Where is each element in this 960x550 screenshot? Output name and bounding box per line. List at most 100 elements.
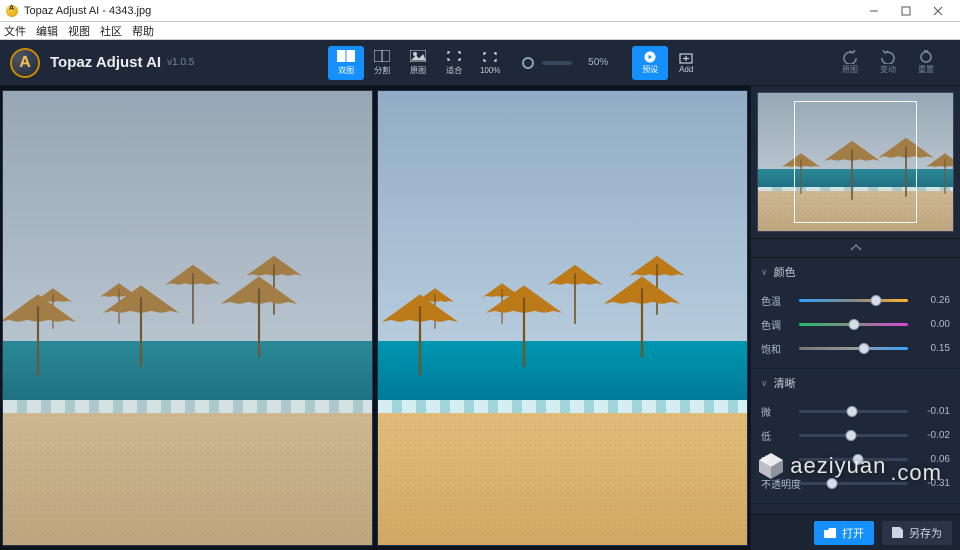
preview-thumbnail[interactable] <box>757 92 954 232</box>
slider-knob[interactable] <box>846 430 857 441</box>
chevron-down-icon: ∨ <box>761 267 768 278</box>
preset-button[interactable]: 预设 <box>632 46 668 80</box>
split-diag-icon <box>373 49 391 63</box>
view-dual-label: 双图 <box>338 65 354 76</box>
slider-knob[interactable] <box>826 478 837 489</box>
window-maximize-button[interactable] <box>890 1 922 21</box>
redo-label: 变动 <box>880 64 896 75</box>
open-label: 打开 <box>842 525 864 541</box>
color-row-1: 色调 0.00 <box>761 312 950 336</box>
zoom-control[interactable]: 50% <box>522 57 608 69</box>
slider-knob[interactable] <box>848 319 859 330</box>
undo-button[interactable]: 原图 <box>838 50 862 75</box>
redo-button[interactable]: 变动 <box>876 50 900 75</box>
window-titlebar: Topaz Adjust AI - 4343.jpg <box>0 0 960 22</box>
color-value-1: 0.00 <box>914 319 950 330</box>
sharp-label-1: 低 <box>761 428 793 443</box>
app-root: A Topaz Adjust AI v1.0.5 双图 分割 原图 适合 1 <box>0 40 960 550</box>
add-preset-label: Add <box>679 65 693 74</box>
color-label-0: 色温 <box>761 293 793 308</box>
view-split-button[interactable]: 分割 <box>364 46 400 80</box>
section-sharp-title: 清晰 <box>774 375 796 391</box>
app-name: Topaz Adjust AI <box>50 54 161 71</box>
add-preset-icon <box>678 51 694 65</box>
preset-group: 预设 Add <box>632 46 704 80</box>
view-original-label: 原图 <box>410 65 426 76</box>
sharp-value-1: -0.02 <box>914 430 950 441</box>
menu-view[interactable]: 视图 <box>68 23 90 39</box>
slider-knob[interactable] <box>847 406 858 417</box>
slider-knob[interactable] <box>871 295 882 306</box>
slider-knob[interactable] <box>852 454 863 465</box>
menu-help[interactable]: 帮助 <box>132 23 154 39</box>
folder-icon <box>824 528 836 538</box>
undo-icon <box>841 50 859 64</box>
preview-crop-rect[interactable] <box>794 101 917 223</box>
menubar: 文件 编辑 视图 社区 帮助 <box>0 22 960 40</box>
view-dual-button[interactable]: 双图 <box>328 46 364 80</box>
sharp-slider-0[interactable] <box>799 410 908 413</box>
color-label-1: 色调 <box>761 317 793 332</box>
section-sharp-header[interactable]: ∨ 清晰 <box>751 369 960 397</box>
menu-edit[interactable]: 编辑 <box>36 23 58 39</box>
sharp-slider-3[interactable] <box>799 482 908 485</box>
color-value-0: 0.26 <box>914 295 950 306</box>
color-slider-1[interactable] <box>799 323 908 326</box>
zoom-track[interactable] <box>542 61 572 65</box>
after-pane[interactable] <box>377 90 748 546</box>
preset-label: 预设 <box>642 64 658 75</box>
app-icon-small <box>6 5 18 17</box>
section-sharp: ∨ 清晰 微-0.01低-0.02中0.06不透明度-0.31 <box>751 369 960 504</box>
view-fit-button[interactable]: 适合 <box>436 46 472 80</box>
color-slider-0[interactable] <box>799 299 908 302</box>
fit-icon <box>445 49 463 63</box>
panel-collapse-button[interactable] <box>751 238 960 258</box>
sharp-slider-2[interactable] <box>799 458 908 461</box>
view-100-label: 100% <box>480 66 500 75</box>
sharp-row-0: 微 -0.01 <box>761 399 950 423</box>
view-original-button[interactable]: 原图 <box>400 46 436 80</box>
sharp-label-3: 不透明度 <box>761 476 793 491</box>
view-fit-label: 适合 <box>446 65 462 76</box>
window-close-button[interactable] <box>922 1 954 21</box>
saveas-button[interactable]: 另存为 <box>882 521 952 545</box>
single-icon <box>409 49 427 63</box>
sharp-label-0: 微 <box>761 404 793 419</box>
sharp-row-3: 不透明度 -0.31 <box>761 471 950 495</box>
chevron-up-icon <box>850 244 862 252</box>
zoom-value: 50% <box>588 57 608 68</box>
redo-icon <box>879 50 897 64</box>
sharp-label-2: 中 <box>761 452 793 467</box>
color-row-0: 色温 0.26 <box>761 288 950 312</box>
main-area: ∨ 颜色 色温 0.26 色调 0.00 饱和 0.15 ∨ 清晰 微 -0.01 低 -0.0… <box>0 86 960 550</box>
reset-button[interactable]: 重置 <box>914 50 938 75</box>
split-lr-icon <box>337 49 355 63</box>
view-mode-group: 双图 分割 原图 适合 100% <box>328 46 508 80</box>
sharp-value-3: -0.31 <box>914 478 950 489</box>
app-version: v1.0.5 <box>167 57 194 68</box>
color-row-2: 饱和 0.15 <box>761 336 950 360</box>
panel-footer: 打开 另存为 <box>751 514 960 550</box>
menu-community[interactable]: 社区 <box>100 23 122 39</box>
history-group: 原图 变动 重置 <box>838 50 950 75</box>
section-color-header[interactable]: ∨ 颜色 <box>751 258 960 286</box>
menu-file[interactable]: 文件 <box>4 23 26 39</box>
view-100-button[interactable]: 100% <box>472 46 508 80</box>
add-preset-button[interactable]: Add <box>668 46 704 80</box>
adjust-panel: ∨ 颜色 色温 0.26 色调 0.00 饱和 0.15 ∨ 清晰 微 -0.01 低 -0.0… <box>750 86 960 550</box>
window-minimize-button[interactable] <box>858 1 890 21</box>
sharp-slider-1[interactable] <box>799 434 908 437</box>
reset-icon <box>917 50 935 64</box>
color-slider-2[interactable] <box>799 347 908 350</box>
before-pane[interactable] <box>2 90 373 546</box>
sharp-value-0: -0.01 <box>914 406 950 417</box>
color-value-2: 0.15 <box>914 343 950 354</box>
app-toolbar: A Topaz Adjust AI v1.0.5 双图 分割 原图 适合 1 <box>0 40 960 86</box>
slider-knob[interactable] <box>859 343 870 354</box>
sharp-row-1: 低 -0.02 <box>761 423 950 447</box>
saveas-label: 另存为 <box>909 525 942 541</box>
full-icon <box>481 50 499 64</box>
chevron-down-icon: ∨ <box>761 378 768 389</box>
color-label-2: 饱和 <box>761 341 793 356</box>
open-button[interactable]: 打开 <box>814 521 874 545</box>
